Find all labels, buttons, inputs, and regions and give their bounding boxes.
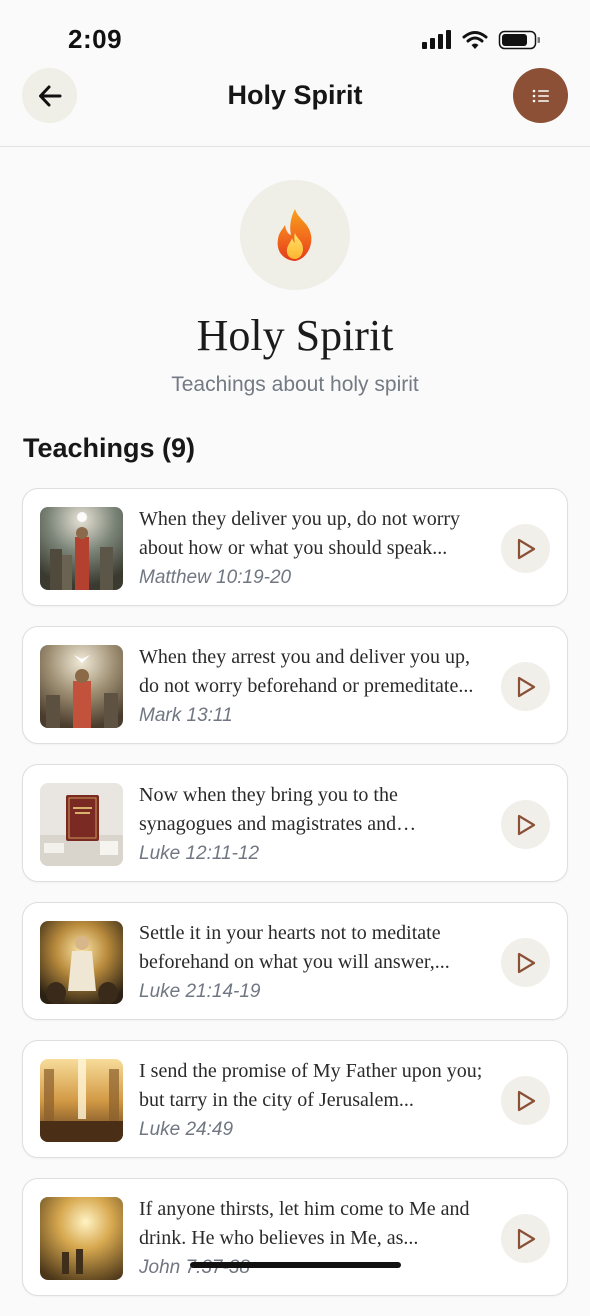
list-icon xyxy=(532,89,549,102)
play-icon xyxy=(517,1228,535,1249)
status-bar: 2:09 xyxy=(0,0,590,70)
play-button[interactable] xyxy=(501,938,550,987)
teaching-reference: Luke 21:14-19 xyxy=(139,981,261,1002)
teaching-thumbnail xyxy=(40,921,123,1004)
teaching-card[interactable]: I send the promise of My Father upon you… xyxy=(22,1040,568,1158)
page-title: Holy Spirit xyxy=(227,80,363,110)
teaching-reference: Luke 24:49 xyxy=(139,1119,234,1140)
teaching-thumbnail xyxy=(40,507,123,590)
play-icon xyxy=(517,814,535,835)
teaching-thumbnail xyxy=(40,1197,123,1280)
teachings-list: When they deliver you up, do not worry a… xyxy=(22,488,568,1316)
teaching-card[interactable]: When they arrest you and deliver you up,… xyxy=(22,626,568,744)
play-button[interactable] xyxy=(501,524,550,573)
topic-subtitle: Teachings about holy spirit xyxy=(171,373,419,396)
teaching-thumbnail xyxy=(40,645,123,728)
fire-icon xyxy=(277,209,312,261)
play-button[interactable] xyxy=(501,662,550,711)
teaching-text: I send the promise of My Father upon you… xyxy=(139,1060,483,1111)
teaching-text: If anyone thirsts, let him come to Me an… xyxy=(139,1198,470,1249)
status-icons xyxy=(420,28,550,52)
status-time: 2:09 xyxy=(68,24,123,54)
battery-icon xyxy=(498,30,540,50)
play-icon xyxy=(517,952,535,973)
teaching-text: When they arrest you and deliver you up,… xyxy=(139,646,474,697)
teaching-thumbnail xyxy=(40,1059,123,1142)
list-menu-button[interactable] xyxy=(513,68,568,123)
play-icon xyxy=(517,1090,535,1111)
teaching-thumbnail xyxy=(40,783,123,866)
teaching-card[interactable]: Settle it in your hearts not to meditate… xyxy=(22,902,568,1020)
teaching-text: When they deliver you up, do not worry a… xyxy=(139,508,461,559)
teaching-reference: John 7:37-38 xyxy=(139,1257,250,1278)
teaching-card[interactable]: Now when they bring you to the synagogue… xyxy=(22,764,568,882)
teaching-text: Now when they bring you to the synagogue… xyxy=(139,784,398,835)
teaching-reference: Mark 13:11 xyxy=(139,705,233,726)
teaching-card[interactable]: If anyone thirsts, let him come to Me an… xyxy=(22,1178,568,1296)
teachings-section-heading: Teachings (9) xyxy=(23,433,196,463)
play-button[interactable] xyxy=(501,800,550,849)
teaching-reference: Luke 12:11-12 xyxy=(139,843,260,864)
topic-title: Holy Spirit xyxy=(196,311,394,360)
topic-icon-badge xyxy=(240,180,350,290)
play-icon xyxy=(517,676,535,697)
teaching-text: Settle it in your hearts not to meditate… xyxy=(139,922,450,973)
teaching-card[interactable]: When they deliver you up, do not worry a… xyxy=(22,488,568,606)
wifi-icon xyxy=(462,31,488,49)
teaching-reference: Matthew 10:19-20 xyxy=(139,567,292,588)
home-indicator xyxy=(190,1262,401,1268)
play-button[interactable] xyxy=(501,1214,550,1263)
top-app-bar: Holy Spirit xyxy=(0,68,590,147)
play-icon xyxy=(517,538,535,559)
play-button[interactable] xyxy=(501,1076,550,1125)
cellular-signal-icon xyxy=(422,30,451,49)
